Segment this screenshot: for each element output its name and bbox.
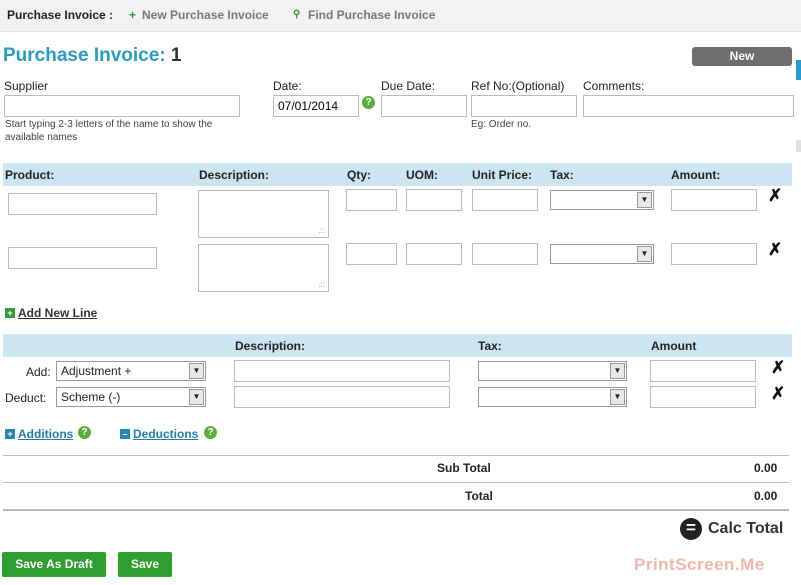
adjustment-description-input[interactable] xyxy=(234,360,450,382)
equals-icon: = xyxy=(680,518,702,540)
adjustment-amount-input[interactable] xyxy=(650,360,756,382)
chevron-down-icon: ▼ xyxy=(610,363,625,379)
col-adj-description: Description: xyxy=(235,339,306,353)
plus-icon[interactable]: + xyxy=(5,308,15,318)
qty-input[interactable] xyxy=(346,189,397,211)
date-label: Date: xyxy=(273,79,302,93)
supplier-input[interactable] xyxy=(4,95,240,117)
amount-input[interactable] xyxy=(671,243,757,265)
tax-select[interactable]: ▼ xyxy=(550,244,654,264)
status-badge: New xyxy=(692,47,792,66)
additions-link[interactable]: Additions xyxy=(18,427,73,441)
subtotal-label: Sub Total xyxy=(437,461,491,475)
uom-input[interactable] xyxy=(406,243,462,265)
subtotal-value: 0.00 xyxy=(754,461,778,475)
plus-icon: + xyxy=(129,8,137,22)
resize-grip-icon[interactable]: .:: xyxy=(318,280,325,289)
col-adj-amount: Amount xyxy=(651,339,697,353)
adjustment-tax-select[interactable]: ▼ xyxy=(478,361,627,381)
description-textarea[interactable]: .:: xyxy=(198,190,329,238)
chevron-down-icon: ▼ xyxy=(189,363,204,379)
total-value: 0.00 xyxy=(754,489,778,503)
col-uom: UOM: xyxy=(406,168,438,182)
invoice-number: 1 xyxy=(170,45,182,66)
new-purchase-invoice-link[interactable]: New Purchase Invoice xyxy=(142,8,269,22)
due-date-field[interactable] xyxy=(381,95,467,117)
delete-row-icon[interactable]: ✗ xyxy=(771,384,785,404)
product-input[interactable] xyxy=(8,247,157,269)
help-icon[interactable]: ? xyxy=(204,426,217,439)
search-icon: ⚲ xyxy=(293,9,301,20)
minus-icon[interactable]: – xyxy=(120,429,130,439)
description-textarea[interactable]: .:: xyxy=(198,244,329,292)
ref-no-label: Ref No:(Optional) xyxy=(471,79,565,93)
delete-row-icon[interactable]: ✗ xyxy=(768,186,782,206)
add-new-line-link[interactable]: Add New Line xyxy=(18,306,97,320)
line-items-header: Product: Description: Qty: UOM: Unit Pri… xyxy=(3,163,792,186)
col-qty: Qty: xyxy=(347,168,371,182)
ref-no-field[interactable] xyxy=(471,95,577,117)
chevron-down-icon: ▼ xyxy=(637,192,652,208)
divider xyxy=(3,509,789,511)
find-purchase-invoice-link[interactable]: Find Purchase Invoice xyxy=(308,8,435,22)
deduction-amount-input[interactable] xyxy=(650,386,756,408)
unit-price-input[interactable] xyxy=(472,243,538,265)
resize-grip-icon[interactable]: .:: xyxy=(318,226,325,235)
due-date-label: Due Date: xyxy=(381,79,436,93)
calc-total-button[interactable]: = Calc Total xyxy=(680,518,783,540)
chevron-down-icon: ▼ xyxy=(610,389,625,405)
adjustments-header: Description: Tax: Amount xyxy=(3,334,792,357)
amount-input[interactable] xyxy=(671,189,757,211)
col-unit-price: Unit Price: xyxy=(472,168,533,182)
delete-row-icon[interactable]: ✗ xyxy=(771,358,785,378)
deduction-type-select[interactable]: Scheme (-) ▼ xyxy=(56,387,206,407)
module-title: Purchase Invoice : xyxy=(7,8,114,22)
supplier-help-text: Start typing 2-3 letters of the name to … xyxy=(5,119,213,143)
deduction-tax-select[interactable]: ▼ xyxy=(478,387,627,407)
chevron-down-icon: ▼ xyxy=(637,246,652,262)
scrollbar-track-mark xyxy=(796,140,801,152)
tax-select[interactable]: ▼ xyxy=(550,190,654,210)
save-as-draft-button[interactable]: Save As Draft xyxy=(2,552,106,577)
save-button[interactable]: Save xyxy=(118,552,172,577)
delete-row-icon[interactable]: ✗ xyxy=(768,240,782,260)
product-input[interactable] xyxy=(8,193,157,215)
supplier-label: Supplier xyxy=(4,79,49,93)
help-icon[interactable]: ? xyxy=(362,96,375,109)
deduct-label: Deduct: xyxy=(5,391,47,405)
date-field[interactable] xyxy=(273,95,359,117)
ref-no-help-text: Eg: Order no. xyxy=(471,119,532,130)
scrollbar-thumb[interactable] xyxy=(796,60,801,80)
help-icon[interactable]: ? xyxy=(78,426,91,439)
col-amount: Amount: xyxy=(671,168,721,182)
divider xyxy=(3,455,789,456)
unit-price-input[interactable] xyxy=(472,189,538,211)
col-product: Product: xyxy=(5,168,55,182)
comments-label: Comments: xyxy=(583,79,645,93)
add-label: Add: xyxy=(26,365,51,379)
comments-field[interactable] xyxy=(583,95,794,117)
chevron-down-icon: ▼ xyxy=(189,389,204,405)
total-label: Total xyxy=(465,489,493,503)
col-description: Description: xyxy=(199,168,270,182)
watermark: PrintScreen.Me xyxy=(634,555,765,574)
uom-input[interactable] xyxy=(406,189,462,211)
adjustment-type-select[interactable]: Adjustment + ▼ xyxy=(56,361,206,381)
divider xyxy=(3,482,789,483)
qty-input[interactable] xyxy=(346,243,397,265)
col-adj-tax: Tax: xyxy=(478,339,502,353)
deduction-description-input[interactable] xyxy=(234,386,450,408)
page-title: Purchase Invoice: 1 xyxy=(3,45,182,66)
plus-icon[interactable]: + xyxy=(5,429,15,439)
col-tax: Tax: xyxy=(550,168,574,182)
deductions-link[interactable]: Deductions xyxy=(133,427,198,441)
top-navigation-bar: Purchase Invoice : + New Purchase Invoic… xyxy=(0,0,801,32)
